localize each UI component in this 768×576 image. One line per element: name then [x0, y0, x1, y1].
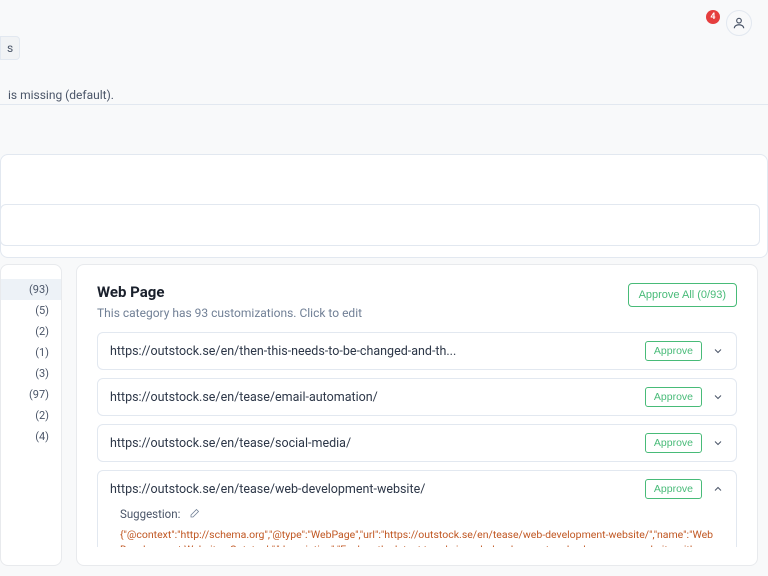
items-list: https://outstock.se/en/then-this-needs-t… — [97, 332, 737, 547]
approve-button[interactable]: Approve — [645, 341, 702, 361]
sidebar-item-1[interactable]: (5) — [1, 300, 61, 321]
edit-icon[interactable] — [188, 508, 200, 520]
sidebar-item-7[interactable]: (4) — [1, 426, 61, 447]
help-text: is missing (default). — [0, 88, 114, 102]
item-url[interactable]: https://outstock.se/en/tease/social-medi… — [110, 436, 635, 451]
item-url[interactable]: https://outstock.se/en/tease/web-develop… — [110, 482, 635, 497]
approve-button[interactable]: Approve — [645, 387, 702, 407]
suggestion-label: Suggestion: — [120, 507, 180, 521]
page-title: Web Page — [97, 283, 362, 301]
approve-button[interactable]: Approve — [645, 433, 702, 453]
approve-button[interactable]: Approve — [645, 479, 702, 499]
chevron-down-icon[interactable] — [712, 391, 724, 403]
sidebar-item-3[interactable]: (1) — [1, 342, 61, 363]
item-url[interactable]: https://outstock.se/en/tease/email-autom… — [110, 390, 635, 405]
notification-count-badge: 4 — [706, 10, 720, 24]
suggestion-text: {"@context":"http://schema.org","@type":… — [120, 527, 714, 547]
sidebar: (93) (5) (2) (1) (3) (97) (2) (4) — [0, 264, 62, 566]
list-item: https://outstock.se/en/tease/email-autom… — [97, 378, 737, 416]
list-item: https://outstock.se/en/tease/web-develop… — [97, 470, 737, 547]
avatar[interactable] — [726, 10, 752, 36]
divider — [0, 104, 768, 105]
user-icon — [732, 16, 746, 30]
truncated-button[interactable]: s — [0, 36, 20, 60]
sidebar-item-4[interactable]: (3) — [1, 363, 61, 384]
sidebar-item-2[interactable]: (2) — [1, 321, 61, 342]
main-panel: Web Page This category has 93 customizat… — [76, 264, 758, 566]
item-url[interactable]: https://outstock.se/en/then-this-needs-t… — [110, 344, 635, 359]
chevron-down-icon[interactable] — [712, 345, 724, 357]
sidebar-item-5[interactable]: (97) — [1, 384, 61, 405]
input-field[interactable] — [0, 204, 760, 246]
list-item: https://outstock.se/en/tease/social-medi… — [97, 424, 737, 462]
chevron-up-icon[interactable] — [712, 483, 724, 495]
page-subtitle: This category has 93 customizations. Cli… — [97, 306, 362, 320]
chevron-down-icon[interactable] — [712, 437, 724, 449]
sidebar-item-6[interactable]: (2) — [1, 405, 61, 426]
sidebar-item-0[interactable]: (93) — [1, 279, 61, 300]
list-item: https://outstock.se/en/then-this-needs-t… — [97, 332, 737, 370]
item-body: Suggestion: {"@context":"http://schema.o… — [98, 507, 736, 547]
approve-all-button[interactable]: Approve All (0/93) — [628, 283, 737, 307]
